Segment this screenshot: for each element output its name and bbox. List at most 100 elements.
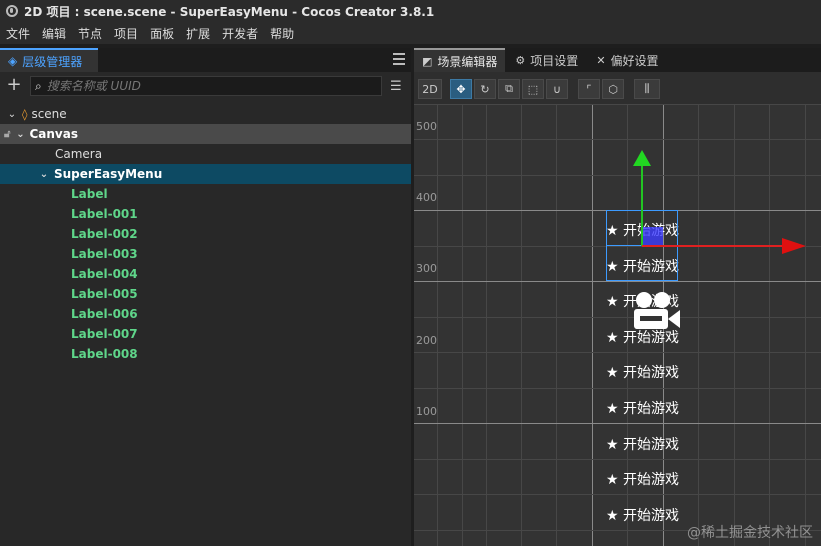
tree-node-label-8[interactable]: Label-008 (0, 344, 411, 364)
sort-options-icon[interactable]: ☰ (390, 79, 402, 94)
menu-label-node[interactable]: ★ 开始游戏 (606, 505, 679, 525)
watermark: @稀土掘金技术社区 (687, 525, 813, 541)
hierarchy-panel: ◈ 层级管理器 + ⌕ ☰ ⌄ ◊ scene 🔓︎ ⌄ Canvas Came… (0, 48, 411, 546)
chevron-down-icon[interactable]: ⌄ (14, 129, 26, 140)
scene-viewport[interactable]: ★ 开始游戏★ 开始游戏★ 开始游戏★ 开始游戏★ 开始游戏★ 开始游戏★ 开始… (414, 104, 821, 546)
menu-edit[interactable]: 编辑 (42, 25, 66, 42)
scene-toolbar: 2D ✥ ↻ ⧉ ⬚ ∪ ⌜ ⬡ ⫼ (414, 76, 821, 102)
tree-node-scene[interactable]: ⌄ ◊ scene (0, 104, 411, 124)
tree-node-label-3[interactable]: Label-003 (0, 244, 411, 264)
grid-line-horizontal (414, 139, 821, 140)
tree-node-label: Canvas (29, 127, 78, 141)
ruler-label: 500 (416, 120, 437, 133)
grid-line-horizontal (414, 423, 821, 424)
gizmo-x-axis[interactable] (642, 245, 787, 247)
grid-line-vertical (556, 104, 557, 546)
gear-icon: ⚙ (515, 53, 526, 67)
panel-menu-icon[interactable] (393, 53, 405, 65)
tab-project-settings[interactable]: ⚙ 项目设置 (507, 48, 586, 72)
grid-line-horizontal (414, 104, 821, 105)
tools-icon: ✕ (596, 53, 606, 67)
grid-line-horizontal (414, 352, 821, 353)
tab-scene-editor[interactable]: ◩ 场景编辑器 (414, 48, 506, 72)
ruler-label: 400 (416, 191, 437, 204)
camera-gizmo-icon[interactable] (632, 290, 682, 334)
tree-node-label: Label-006 (71, 307, 138, 321)
gizmo-x-arrow-icon[interactable] (782, 238, 806, 254)
toggle-2d-button[interactable]: 2D (418, 79, 442, 99)
tree-node-label-5[interactable]: Label-005 (0, 284, 411, 304)
grid-line-vertical (486, 104, 487, 546)
tree-node-label: Label-007 (71, 327, 138, 341)
menu-label-node[interactable]: ★ 开始游戏 (606, 434, 679, 454)
tree-node-camera[interactable]: Camera (0, 144, 411, 164)
menu-label-node[interactable]: ★ 开始游戏 (606, 398, 679, 418)
hierarchy-search: ⌕ (30, 76, 382, 96)
tree-node-label-2[interactable]: Label-002 (0, 224, 411, 244)
tree-node-label: SuperEasyMenu (54, 167, 163, 181)
align-dropdown-icon[interactable]: ⫼ (634, 79, 660, 99)
grid-line-vertical (462, 104, 463, 546)
tree-node-canvas[interactable]: 🔓︎ ⌄ Canvas (0, 124, 411, 144)
chevron-down-icon[interactable]: ⌄ (38, 169, 50, 180)
menu-bar: 文件 编辑 节点 项目 面板 扩展 开发者 帮助 (0, 22, 821, 44)
cocos-app-icon (6, 5, 18, 17)
tree-node-label: Label-005 (71, 287, 138, 301)
menu-developer[interactable]: 开发者 (222, 25, 258, 42)
tree-node-label-0[interactable]: Label (0, 184, 411, 204)
tab-label: 项目设置 (530, 53, 579, 68)
search-icon: ⌕ (35, 78, 42, 93)
tab-hierarchy[interactable]: ◈ 层级管理器 (0, 48, 98, 72)
scene-editor-icon: ◩ (422, 54, 433, 68)
grid-line-horizontal (414, 494, 821, 495)
grid-line-horizontal (414, 317, 821, 318)
scale-tool-icon[interactable]: ⧉ (498, 79, 520, 99)
grid-line-horizontal (414, 459, 821, 460)
tree-node-label: Camera (55, 147, 103, 161)
menu-help[interactable]: 帮助 (270, 25, 294, 42)
menu-extension[interactable]: 扩展 (186, 25, 210, 42)
gizmo-center-handle[interactable] (643, 227, 663, 245)
menu-node[interactable]: 节点 (78, 25, 102, 42)
scene-flame-icon: ◊ (22, 107, 28, 121)
tree-node-label: Label (71, 187, 108, 201)
grid-line-vertical (698, 104, 699, 546)
pivot-icon[interactable]: ⌜ (578, 79, 600, 99)
menu-project[interactable]: 项目 (114, 25, 138, 42)
rect-tool-icon[interactable]: ⬚ (522, 79, 544, 99)
tree-node-label-1[interactable]: Label-001 (0, 204, 411, 224)
gizmo-y-arrow-icon[interactable] (633, 150, 651, 166)
rotate-tool-icon[interactable]: ↻ (474, 79, 496, 99)
scene-editor-panel: ◩ 场景编辑器 ⚙ 项目设置 ✕ 偏好设置 2D ✥ ↻ ⧉ ⬚ ∪ ⌜ ⬡ ⫼… (414, 48, 821, 546)
menu-file[interactable]: 文件 (6, 25, 30, 42)
tree-node-label-6[interactable]: Label-006 (0, 304, 411, 324)
unlock-icon[interactable]: 🔓︎ (4, 129, 10, 140)
menu-label-node[interactable]: ★ 开始游戏 (606, 469, 679, 489)
grid-line-vertical (592, 104, 593, 546)
title-bar: 2D 项目 : scene.scene - SuperEasyMenu - Co… (0, 0, 821, 22)
hierarchy-tab-bar: ◈ 层级管理器 (0, 48, 411, 72)
tree-node-label: scene (31, 107, 67, 121)
ruler-label: 300 (416, 262, 437, 275)
tab-label: 偏好设置 (610, 53, 659, 68)
tree-node-label-4[interactable]: Label-004 (0, 264, 411, 284)
magnet-snap-icon[interactable]: ∪ (546, 79, 568, 99)
grid-line-vertical (437, 104, 438, 546)
grid-line-horizontal (414, 175, 821, 176)
move-tool-icon[interactable]: ✥ (450, 79, 472, 99)
tree-node-label-7[interactable]: Label-007 (0, 324, 411, 344)
tree-node-supereasymenu[interactable]: ⌄ SuperEasyMenu (0, 164, 411, 184)
add-node-button[interactable]: + (4, 76, 24, 96)
tree-node-label: Label-003 (71, 247, 138, 261)
menu-panel[interactable]: 面板 (150, 25, 174, 42)
tab-label: 场景编辑器 (437, 54, 498, 69)
chevron-down-icon[interactable]: ⌄ (6, 109, 18, 120)
window-title: 2D 项目 : scene.scene - SuperEasyMenu - Co… (24, 4, 435, 19)
search-input[interactable] (46, 79, 347, 93)
grid-line-vertical (734, 104, 735, 546)
tab-preferences[interactable]: ✕ 偏好设置 (588, 48, 666, 72)
menu-label-node[interactable]: ★ 开始游戏 (606, 362, 679, 382)
global-local-icon[interactable]: ⬡ (602, 79, 624, 99)
tree-node-label: Label-008 (71, 347, 138, 361)
ruler-label: 100 (416, 405, 437, 418)
